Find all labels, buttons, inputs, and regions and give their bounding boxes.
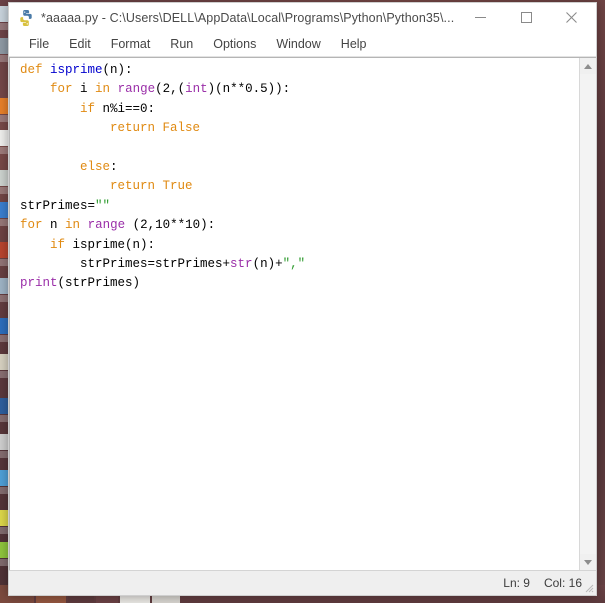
minimize-icon [475, 17, 486, 18]
code-token: int [185, 82, 208, 97]
code-token: )(n**0.5)): [207, 82, 291, 97]
code-token: strPrimes=strPrimes+ [20, 257, 231, 272]
resize-grip[interactable] [582, 581, 594, 593]
code-token: print [20, 276, 58, 291]
menu-item-edit[interactable]: Edit [59, 35, 101, 54]
code-token: for [20, 218, 43, 233]
code-token: for [50, 82, 73, 97]
code-token: n [42, 218, 66, 233]
menu-item-run[interactable]: Run [160, 35, 203, 54]
code-line: def isprime(n): [20, 61, 579, 80]
code-token: strPrimes= [20, 198, 96, 213]
code-token: n%i==0: [95, 101, 156, 116]
code-token: (n)+ [252, 257, 283, 272]
code-token: "," [282, 257, 306, 272]
code-token: if [50, 237, 66, 252]
code-line: for i in range(2,(int)(n**0.5)): [20, 80, 579, 99]
code-token: return [110, 121, 156, 136]
code-line: strPrimes=strPrimes+str(n)+"," [20, 255, 579, 274]
code-line: if isprime(n): [20, 236, 579, 255]
code-token: str [230, 257, 253, 272]
scrollbar-thumb[interactable] [580, 74, 596, 554]
scroll-down-icon [584, 559, 592, 565]
menu-item-format[interactable]: Format [101, 35, 161, 54]
menu-item-help[interactable]: Help [331, 35, 377, 54]
code-token: i [72, 82, 96, 97]
code-line: if n%i==0: [20, 100, 579, 119]
maximize-icon [521, 12, 532, 23]
code-token: isprime(n): [65, 237, 156, 252]
python-idle-icon [17, 9, 35, 27]
scroll-up-button[interactable] [580, 58, 596, 74]
maximize-button[interactable] [504, 3, 549, 32]
code-token: True [162, 179, 193, 194]
window-title: *aaaaa.py - C:\Users\DELL\AppData\Local\… [41, 10, 455, 25]
menu-item-file[interactable]: File [19, 35, 59, 54]
code-token: in [95, 82, 111, 97]
code-text-area[interactable]: def isprime(n): for i in range(2,(int)(n… [10, 58, 579, 570]
code-token: else [80, 160, 111, 175]
menu-item-window[interactable]: Window [266, 35, 330, 54]
code-token: isprime [50, 63, 103, 77]
code-token: if [80, 101, 96, 116]
close-icon [566, 12, 577, 23]
code-token: def [20, 63, 43, 77]
code-token: False [162, 121, 201, 136]
scroll-down-button[interactable] [580, 554, 596, 570]
code-line: print(strPrimes) [20, 274, 579, 293]
code-line: return True [20, 177, 579, 196]
code-line: strPrimes="" [20, 197, 579, 216]
code-token: in [65, 218, 81, 233]
status-line-indicator: Ln: 9 [503, 576, 530, 590]
code-token: (n): [102, 63, 133, 77]
source-code: def isprime(n): for i in range(2,(int)(n… [20, 61, 579, 294]
minimize-button[interactable] [458, 3, 503, 32]
close-button[interactable] [549, 3, 594, 32]
code-line: return False [20, 119, 579, 138]
scroll-up-icon [584, 63, 592, 69]
code-token: range [117, 82, 156, 97]
menubar: File Edit Format Run Options Window Help [9, 33, 596, 57]
menu-item-options[interactable]: Options [203, 35, 266, 54]
code-token: "" [95, 198, 111, 213]
code-token: range [87, 218, 126, 233]
editor-region: def isprime(n): for i in range(2,(int)(n… [9, 57, 596, 570]
statusbar: Ln: 9 Col: 16 [9, 570, 596, 595]
code-token: (2,( [155, 82, 186, 97]
code-token: : [110, 160, 118, 175]
code-line: else: [20, 158, 579, 177]
code-token: (strPrimes) [57, 276, 141, 291]
scrollbar-track[interactable] [580, 74, 596, 554]
code-token: return [110, 179, 156, 194]
status-column-indicator: Col: 16 [543, 576, 582, 590]
vertical-scrollbar[interactable] [579, 58, 596, 570]
idle-editor-window: *aaaaa.py - C:\Users\DELL\AppData\Local\… [8, 2, 597, 596]
window-titlebar[interactable]: *aaaaa.py - C:\Users\DELL\AppData\Local\… [9, 3, 596, 33]
code-token: (2,10**10): [125, 218, 216, 233]
code-line: for n in range (2,10**10): [20, 216, 579, 235]
